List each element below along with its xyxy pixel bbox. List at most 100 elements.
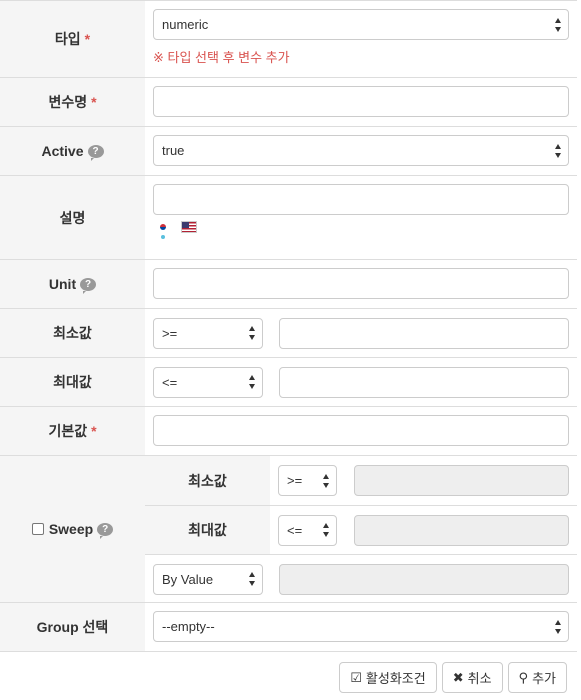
type-select[interactable]: numeric — [153, 9, 569, 40]
min-label-cell: 최소값 — [0, 309, 145, 357]
select-arrows-icon — [554, 143, 562, 158]
sweep-min-operator-select[interactable]: >= — [278, 465, 337, 496]
required-mark: * — [84, 31, 91, 47]
description-row: 설명 — [0, 176, 577, 260]
cancel-button[interactable]: ✖ 취소 — [441, 662, 503, 693]
activation-condition-button[interactable]: ☑ 활성화조건 — [339, 662, 437, 693]
max-value-cell: <= — [145, 358, 577, 406]
sweep-min-value-cell: >= — [270, 456, 577, 505]
max-row: 최대값 <= — [0, 358, 577, 407]
language-flags — [153, 221, 569, 239]
var-name-value-cell — [145, 78, 577, 126]
sweep-max-value-input — [354, 514, 569, 546]
unit-input[interactable] — [153, 268, 569, 299]
min-operator-value: >= — [162, 325, 178, 341]
min-value-cell: >= — [145, 309, 577, 357]
sweep-mode-row: By Value — [145, 554, 577, 603]
active-label-cell: Active ? — [0, 127, 145, 175]
max-label: 최대값 — [53, 374, 92, 390]
close-icon: ✖ — [452, 669, 464, 685]
var-name-label: 변수명 — [48, 94, 88, 110]
select-arrows-icon — [322, 473, 330, 488]
max-operator-select[interactable]: <= — [153, 366, 263, 398]
sweep-max-label: 최대값 — [145, 506, 270, 554]
min-row: 최소값 >= — [0, 309, 577, 358]
select-arrows-icon — [248, 572, 256, 586]
sweep-min-value-input — [354, 465, 569, 496]
min-value-input[interactable] — [279, 317, 569, 349]
default-label: 기본값 — [48, 423, 88, 439]
required-mark: * — [91, 94, 97, 110]
us-flag-icon[interactable] — [181, 221, 197, 233]
select-arrows-icon — [322, 523, 330, 537]
max-operator-value: <= — [162, 374, 178, 390]
default-label-cell: 기본값 * — [0, 407, 145, 455]
type-label: 타입 — [54, 31, 81, 47]
unit-label: Unit — [48, 276, 77, 292]
description-label-cell: 설명 — [0, 176, 145, 259]
group-row: Group 선택 --empty-- — [0, 603, 577, 652]
type-row: 타입 * numeric ※ 타입 선택 후 변수 추가 — [0, 1, 577, 78]
active-value-cell: true — [145, 127, 577, 175]
sweep-max-value-cell: <= — [270, 506, 577, 554]
sweep-max-operator-select[interactable]: <= — [278, 514, 337, 546]
var-name-input[interactable] — [153, 86, 569, 117]
check-square-icon: ☑ — [350, 669, 362, 685]
help-icon[interactable]: ? — [87, 144, 104, 161]
search-icon: ⚲ — [518, 669, 529, 685]
type-value-cell: numeric ※ 타입 선택 후 변수 추가 — [145, 1, 577, 77]
group-select[interactable]: --empty-- — [153, 611, 569, 642]
max-value-input[interactable] — [279, 366, 569, 398]
active-select[interactable]: true — [153, 135, 569, 166]
sweep-mode-value-input — [279, 563, 569, 595]
var-name-label-cell: 변수명 * — [0, 78, 145, 126]
help-icon[interactable]: ? — [80, 277, 97, 294]
unit-value-cell — [145, 260, 577, 308]
add-label: 추가 — [532, 671, 556, 686]
active-row: Active ? true — [0, 127, 577, 176]
type-select-value: numeric — [162, 17, 209, 32]
select-arrows-icon — [554, 619, 562, 634]
sweep-label: Sweep — [48, 521, 94, 537]
sweep-mode-cell: By Value — [145, 555, 577, 603]
korea-flag-icon[interactable] — [155, 221, 171, 239]
group-label-cell: Group 선택 — [0, 603, 145, 651]
select-arrows-icon — [554, 17, 562, 32]
required-mark: * — [91, 423, 97, 439]
max-label-cell: 최대값 — [0, 358, 145, 406]
group-value-cell: --empty-- — [145, 603, 577, 651]
variable-form: 타입 * numeric ※ 타입 선택 후 변수 추가 변수명 * Activ… — [0, 0, 577, 652]
group-label: Group 선택 — [36, 619, 109, 635]
select-arrows-icon — [248, 375, 256, 389]
var-name-row: 변수명 * — [0, 78, 577, 127]
unit-label-cell: Unit ? — [0, 260, 145, 308]
description-input[interactable] — [153, 184, 569, 215]
min-label: 최소값 — [53, 325, 92, 341]
default-value-cell — [145, 407, 577, 455]
sweep-min-label: 최소값 — [145, 456, 270, 505]
sweep-min-operator-value: >= — [287, 473, 303, 488]
sweep-max-operator-value: <= — [287, 522, 303, 538]
add-button[interactable]: ⚲ 추가 — [507, 662, 567, 693]
type-label-cell: 타입 * — [0, 1, 145, 77]
active-select-value: true — [162, 143, 185, 158]
group-select-value: --empty-- — [162, 619, 215, 634]
default-row: 기본값 * — [0, 407, 577, 456]
help-icon[interactable]: ? — [97, 522, 114, 539]
sweep-mode-value: By Value — [162, 571, 214, 587]
description-label: 설명 — [59, 209, 86, 226]
unit-row: Unit ? — [0, 260, 577, 309]
active-label: Active — [41, 143, 84, 159]
description-value-cell — [145, 176, 577, 259]
sweep-checkbox[interactable] — [31, 523, 44, 535]
sweep-mode-select[interactable]: By Value — [153, 563, 263, 595]
type-hint: ※ 타입 선택 후 변수 추가 — [153, 50, 290, 65]
sweep-label-cell: Sweep ? — [0, 456, 145, 602]
sweep-min-row: 최소값 >= — [145, 456, 577, 505]
action-buttons: ☑ 활성화조건 ✖ 취소 ⚲ 추가 — [339, 662, 567, 693]
sweep-max-row: 최대값 <= — [145, 505, 577, 554]
select-arrows-icon — [248, 326, 256, 340]
min-operator-select[interactable]: >= — [153, 317, 263, 349]
sweep-body: 최소값 >= 최대값 <= By Value — [145, 456, 577, 602]
default-input[interactable] — [153, 415, 569, 446]
